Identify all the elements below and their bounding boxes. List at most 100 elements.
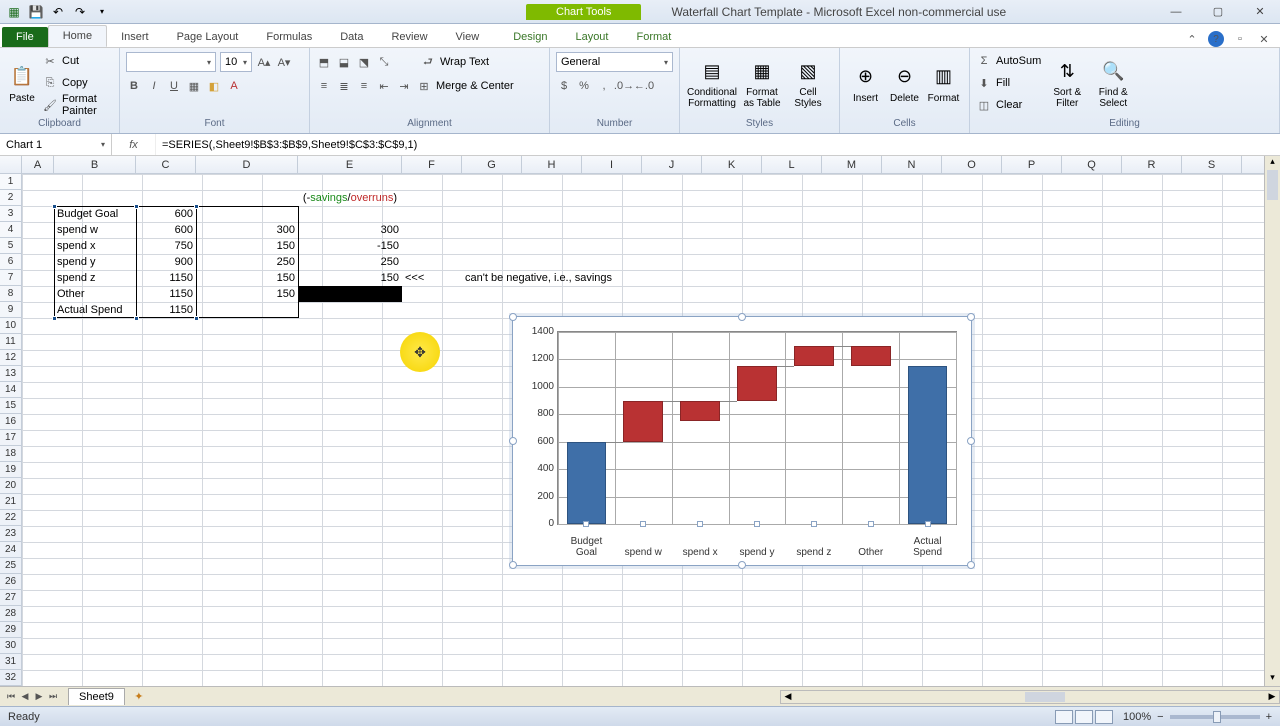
normal-view-button[interactable] <box>1055 710 1073 724</box>
wrap-text-button[interactable]: Wrap Text <box>440 56 489 68</box>
row-header[interactable]: 14 <box>0 382 21 398</box>
series-marker[interactable] <box>925 521 931 527</box>
row-header[interactable]: 8 <box>0 286 21 302</box>
row-header[interactable]: 19 <box>0 462 21 478</box>
italic-icon[interactable]: I <box>146 78 162 94</box>
horizontal-scrollbar[interactable]: ◀ ▶ <box>780 690 1280 704</box>
redo-icon[interactable]: ↷ <box>72 4 88 20</box>
bar-delta[interactable] <box>737 366 777 400</box>
row-header[interactable]: 9 <box>0 302 21 318</box>
select-all-button[interactable] <box>0 156 22 173</box>
col-header[interactable]: F <box>402 156 462 173</box>
sort-filter-button[interactable]: ⇅Sort & Filter <box>1047 50 1087 116</box>
decrease-indent-icon[interactable]: ⇤ <box>376 78 392 94</box>
page-layout-view-button[interactable] <box>1075 710 1093 724</box>
close-button[interactable]: ✕ <box>1248 4 1272 20</box>
align-top-icon[interactable]: ⬒ <box>316 54 332 70</box>
series-marker[interactable] <box>868 521 874 527</box>
formula-input[interactable]: =SERIES(,Sheet9!$B$3:$B$9,Sheet9!$C$3:$C… <box>156 139 1280 151</box>
align-center-icon[interactable]: ≣ <box>336 78 352 94</box>
zoom-out-button[interactable]: − <box>1157 711 1163 723</box>
last-sheet-icon[interactable]: ⏭ <box>46 691 60 702</box>
zoom-level[interactable]: 100% <box>1123 711 1151 723</box>
col-header[interactable]: J <box>642 156 702 173</box>
row-header[interactable]: 1 <box>0 174 21 190</box>
clear-button[interactable]: ◫Clear <box>976 95 1041 115</box>
scroll-left-icon[interactable]: ◀ <box>781 691 795 702</box>
col-header[interactable]: O <box>942 156 1002 173</box>
col-header[interactable]: D <box>196 156 298 173</box>
format-as-table-button[interactable]: ▦Format as Table <box>738 50 786 116</box>
row-header[interactable]: 32 <box>0 670 21 686</box>
tab-layout[interactable]: Layout <box>561 27 622 47</box>
first-sheet-icon[interactable]: ⏮ <box>4 691 18 702</box>
name-box[interactable]: Chart 1▾ <box>0 134 112 155</box>
prev-sheet-icon[interactable]: ◀ <box>18 691 32 702</box>
col-header[interactable]: I <box>582 156 642 173</box>
col-header[interactable]: A <box>22 156 54 173</box>
bar-delta[interactable] <box>851 346 891 367</box>
row-header[interactable]: 16 <box>0 414 21 430</box>
number-format-combo[interactable]: General▾ <box>556 52 673 72</box>
align-left-icon[interactable]: ≡ <box>316 78 332 94</box>
series-marker[interactable] <box>754 521 760 527</box>
selection-handle[interactable] <box>134 204 139 209</box>
row-header[interactable]: 7 <box>0 270 21 286</box>
row-header[interactable]: 11 <box>0 334 21 350</box>
row-header[interactable]: 17 <box>0 430 21 446</box>
tab-home[interactable]: Home <box>48 25 107 47</box>
fill-button[interactable]: ⬇Fill <box>976 73 1041 93</box>
minimize-button[interactable]: — <box>1164 4 1188 20</box>
col-header[interactable]: P <box>1002 156 1062 173</box>
row-header[interactable]: 24 <box>0 542 21 558</box>
selection-handle[interactable] <box>52 316 57 321</box>
row-header[interactable]: 28 <box>0 606 21 622</box>
row-header[interactable]: 29 <box>0 622 21 638</box>
col-header[interactable]: K <box>702 156 762 173</box>
fx-icon[interactable]: fx <box>129 139 138 151</box>
col-header[interactable]: G <box>462 156 522 173</box>
save-icon[interactable]: 💾 <box>28 4 44 20</box>
decrease-font-icon[interactable]: A▾ <box>276 54 292 70</box>
bar-total[interactable] <box>567 442 607 524</box>
decrease-decimal-icon[interactable]: ←.0 <box>636 78 652 94</box>
font-color-icon[interactable]: A <box>226 78 242 94</box>
chart-resize-handle[interactable] <box>967 313 975 321</box>
bar-delta[interactable] <box>623 401 663 442</box>
border-icon[interactable]: ▦ <box>186 78 202 94</box>
maximize-button[interactable]: ▢ <box>1206 4 1230 20</box>
autosum-button[interactable]: ΣAutoSum <box>976 51 1041 71</box>
row-header[interactable]: 15 <box>0 398 21 414</box>
row-header[interactable]: 13 <box>0 366 21 382</box>
vertical-scrollbar[interactable]: ▴ ▾ <box>1264 156 1280 686</box>
series-marker[interactable] <box>640 521 646 527</box>
orientation-icon[interactable]: ⤡ <box>376 54 392 70</box>
fill-color-icon[interactable]: ◧ <box>206 78 222 94</box>
bold-icon[interactable]: B <box>126 78 142 94</box>
percent-icon[interactable]: % <box>576 78 592 94</box>
selection-handle[interactable] <box>134 316 139 321</box>
row-header[interactable]: 26 <box>0 574 21 590</box>
comma-icon[interactable]: , <box>596 78 612 94</box>
row-header[interactable]: 22 <box>0 510 21 526</box>
bar-delta[interactable] <box>680 401 720 422</box>
scroll-up-icon[interactable]: ▴ <box>1265 156 1280 170</box>
row-header[interactable]: 30 <box>0 638 21 654</box>
tab-review[interactable]: Review <box>377 27 441 47</box>
page-break-view-button[interactable] <box>1095 710 1113 724</box>
series-marker[interactable] <box>583 521 589 527</box>
currency-icon[interactable]: $ <box>556 78 572 94</box>
align-middle-icon[interactable]: ⬓ <box>336 54 352 70</box>
next-sheet-icon[interactable]: ▶ <box>32 691 46 702</box>
zoom-knob[interactable] <box>1213 711 1221 723</box>
underline-icon[interactable]: U <box>166 78 182 94</box>
zoom-slider[interactable] <box>1170 715 1260 719</box>
col-header[interactable]: C <box>136 156 196 173</box>
chart-resize-handle[interactable] <box>509 313 517 321</box>
close-workbook-icon[interactable]: ✕ <box>1256 31 1272 47</box>
undo-icon[interactable]: ↶ <box>50 4 66 20</box>
conditional-formatting-button[interactable]: ▤Conditional Formatting <box>686 50 738 116</box>
zoom-in-button[interactable]: + <box>1266 711 1272 723</box>
col-header[interactable]: H <box>522 156 582 173</box>
restore-window-icon[interactable]: ▫ <box>1232 31 1248 47</box>
